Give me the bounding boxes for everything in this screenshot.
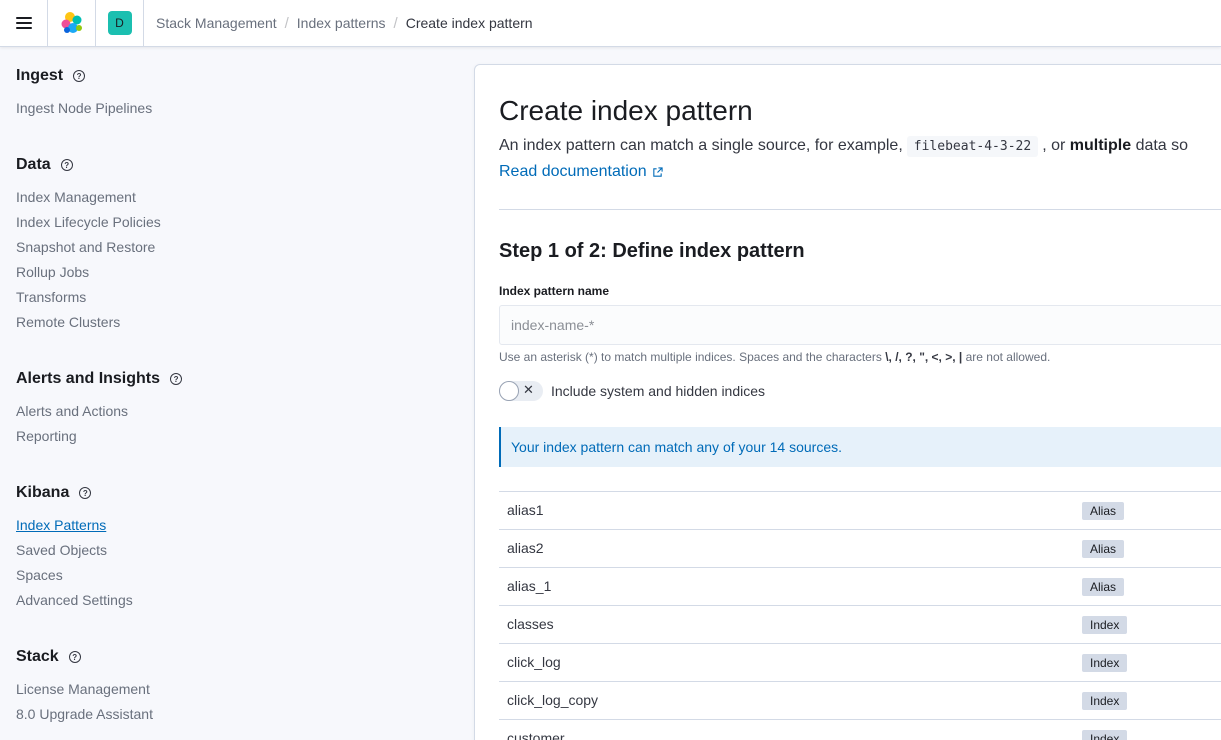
table-row: alias2 Alias <box>499 530 1221 568</box>
question-circle-icon[interactable]: ? <box>60 159 73 171</box>
nav-group-alerts-and-insights: Alerts and Insights? Alerts and Actions … <box>16 367 183 449</box>
space-selector[interactable]: D <box>96 0 144 47</box>
nav-group-title: Kibana <box>16 484 70 501</box>
management-sidebar: Ingest? Ingest Node Pipelines Data? Inde… <box>0 48 474 740</box>
source-name: alias_1 <box>507 578 552 594</box>
question-circle-icon[interactable]: ? <box>68 651 81 663</box>
help-text-end: are not allowed. <box>965 350 1051 364</box>
include-hidden-switch[interactable]: ✕ <box>499 381 543 401</box>
nav-group-title: Ingest <box>16 67 64 84</box>
source-type-badge: Index <box>1082 730 1128 740</box>
nav-group-ingest: Ingest? Ingest Node Pipelines <box>16 64 152 121</box>
description-text: An index pattern can match a single sour… <box>499 137 903 154</box>
doc-link-label: Read documentation <box>499 163 647 180</box>
breadcrumb: Stack Management / Index patterns / Crea… <box>144 15 533 32</box>
read-documentation-link[interactable]: Read documentation <box>499 163 663 181</box>
source-type-badge: Index <box>1082 692 1128 710</box>
page-description: An index pattern can match a single sour… <box>499 136 1189 157</box>
sidebar-item-ingest-node-pipelines[interactable]: Ingest Node Pipelines <box>16 96 152 121</box>
space-avatar: D <box>107 11 132 35</box>
table-row: alias1 Alias <box>499 492 1221 530</box>
sidebar-item-index-patterns[interactable]: Index Patterns <box>16 513 133 538</box>
sidebar-item-upgrade-assistant[interactable]: 8.0 Upgrade Assistant <box>16 702 153 727</box>
table-row: customer Index <box>499 720 1221 740</box>
question-circle-icon[interactable]: ? <box>170 373 183 385</box>
question-circle-icon[interactable]: ? <box>73 70 86 82</box>
popout-icon <box>652 166 663 177</box>
sidebar-item-transforms[interactable]: Transforms <box>16 285 161 310</box>
sidebar-item-reporting[interactable]: Reporting <box>16 424 182 449</box>
hamburger-icon <box>15 17 32 29</box>
source-type-badge: Alias <box>1082 540 1125 558</box>
sources-table: alias1 Alias alias2 Alias alias_1 Alias cla… <box>499 491 1221 740</box>
source-name: alias1 <box>507 502 544 518</box>
breadcrumb-separator: / <box>393 14 398 32</box>
source-type-badge: Alias <box>1082 578 1125 596</box>
nav-group-title: Alerts and Insights <box>16 370 161 387</box>
source-type-badge: Alias <box>1082 502 1125 520</box>
sources-callout: Your index pattern can match any of your… <box>499 427 1221 467</box>
sidebar-item-spaces[interactable]: Spaces <box>16 563 133 588</box>
question-circle-icon[interactable]: ? <box>79 487 92 499</box>
source-name: click_log <box>507 654 561 670</box>
field-help-text: Use an asterisk (*) to match multiple in… <box>499 350 1050 364</box>
include-hidden-label[interactable]: Include system and hidden indices <box>551 383 765 399</box>
sidebar-item-snapshot-and-restore[interactable]: Snapshot and Restore <box>16 235 161 260</box>
menu-button[interactable] <box>0 0 48 47</box>
sidebar-item-index-lifecycle-policies[interactable]: Index Lifecycle Policies <box>16 210 161 235</box>
nav-group-kibana: Kibana? Index Patterns Saved Objects Spa… <box>16 481 133 613</box>
source-type-badge: Index <box>1082 654 1128 672</box>
step-title: Step 1 of 2: Define index pattern <box>499 240 805 262</box>
table-row: click_log Index <box>499 644 1221 682</box>
index-pattern-name-label: Index pattern name <box>499 284 610 298</box>
table-row: click_log_copy Index <box>499 682 1221 720</box>
cross-icon: ✕ <box>523 382 534 397</box>
description-text: , or <box>1042 137 1066 154</box>
source-name: classes <box>507 616 554 632</box>
help-text-start: Use an asterisk (*) to match multiple in… <box>499 350 882 364</box>
sidebar-item-remote-clusters[interactable]: Remote Clusters <box>16 310 161 335</box>
create-index-pattern-panel: Create index pattern An index pattern ca… <box>474 64 1221 740</box>
top-header: D Stack Management / Index patterns / Cr… <box>0 0 1221 47</box>
sidebar-item-rollup-jobs[interactable]: Rollup Jobs <box>16 260 161 285</box>
breadcrumb-current: Create index pattern <box>405 15 533 31</box>
source-name: alias2 <box>507 540 544 556</box>
nav-group-title: Stack <box>16 648 59 665</box>
sidebar-item-advanced-settings[interactable]: Advanced Settings <box>16 588 133 613</box>
source-name: customer <box>507 730 565 740</box>
sidebar-item-license-management[interactable]: License Management <box>16 677 153 702</box>
index-pattern-name-input[interactable] <box>499 305 1221 345</box>
nav-group-title: Data <box>16 156 51 173</box>
disallowed-characters: \, /, ?, ", <, >, | <box>885 350 963 364</box>
breadcrumb-stack-management[interactable]: Stack Management <box>156 15 277 31</box>
include-hidden-toggle-row: ✕ Include system and hidden indices <box>499 381 765 401</box>
sidebar-item-index-management[interactable]: Index Management <box>16 185 161 210</box>
source-name: click_log_copy <box>507 692 599 708</box>
breadcrumb-separator: / <box>284 14 289 32</box>
page-title: Create index pattern <box>499 95 753 126</box>
description-text: data so <box>1135 137 1189 154</box>
nav-group-stack: Stack? License Management 8.0 Upgrade As… <box>16 645 153 727</box>
example-code: filebeat-4-3-22 <box>906 136 1039 157</box>
home-logo-link[interactable] <box>48 0 96 47</box>
breadcrumb-index-patterns[interactable]: Index patterns <box>297 15 386 31</box>
description-bold: multiple <box>1069 137 1132 154</box>
switch-knob <box>499 381 519 401</box>
divider <box>499 209 1221 210</box>
elastic-logo-icon <box>61 12 82 33</box>
sidebar-item-saved-objects[interactable]: Saved Objects <box>16 538 133 563</box>
table-row: classes Index <box>499 606 1221 644</box>
table-row: alias_1 Alias <box>499 568 1221 606</box>
nav-group-data: Data? Index Management Index Lifecycle P… <box>16 153 161 335</box>
sidebar-item-alerts-and-actions[interactable]: Alerts and Actions <box>16 399 182 424</box>
source-type-badge: Index <box>1082 616 1128 634</box>
